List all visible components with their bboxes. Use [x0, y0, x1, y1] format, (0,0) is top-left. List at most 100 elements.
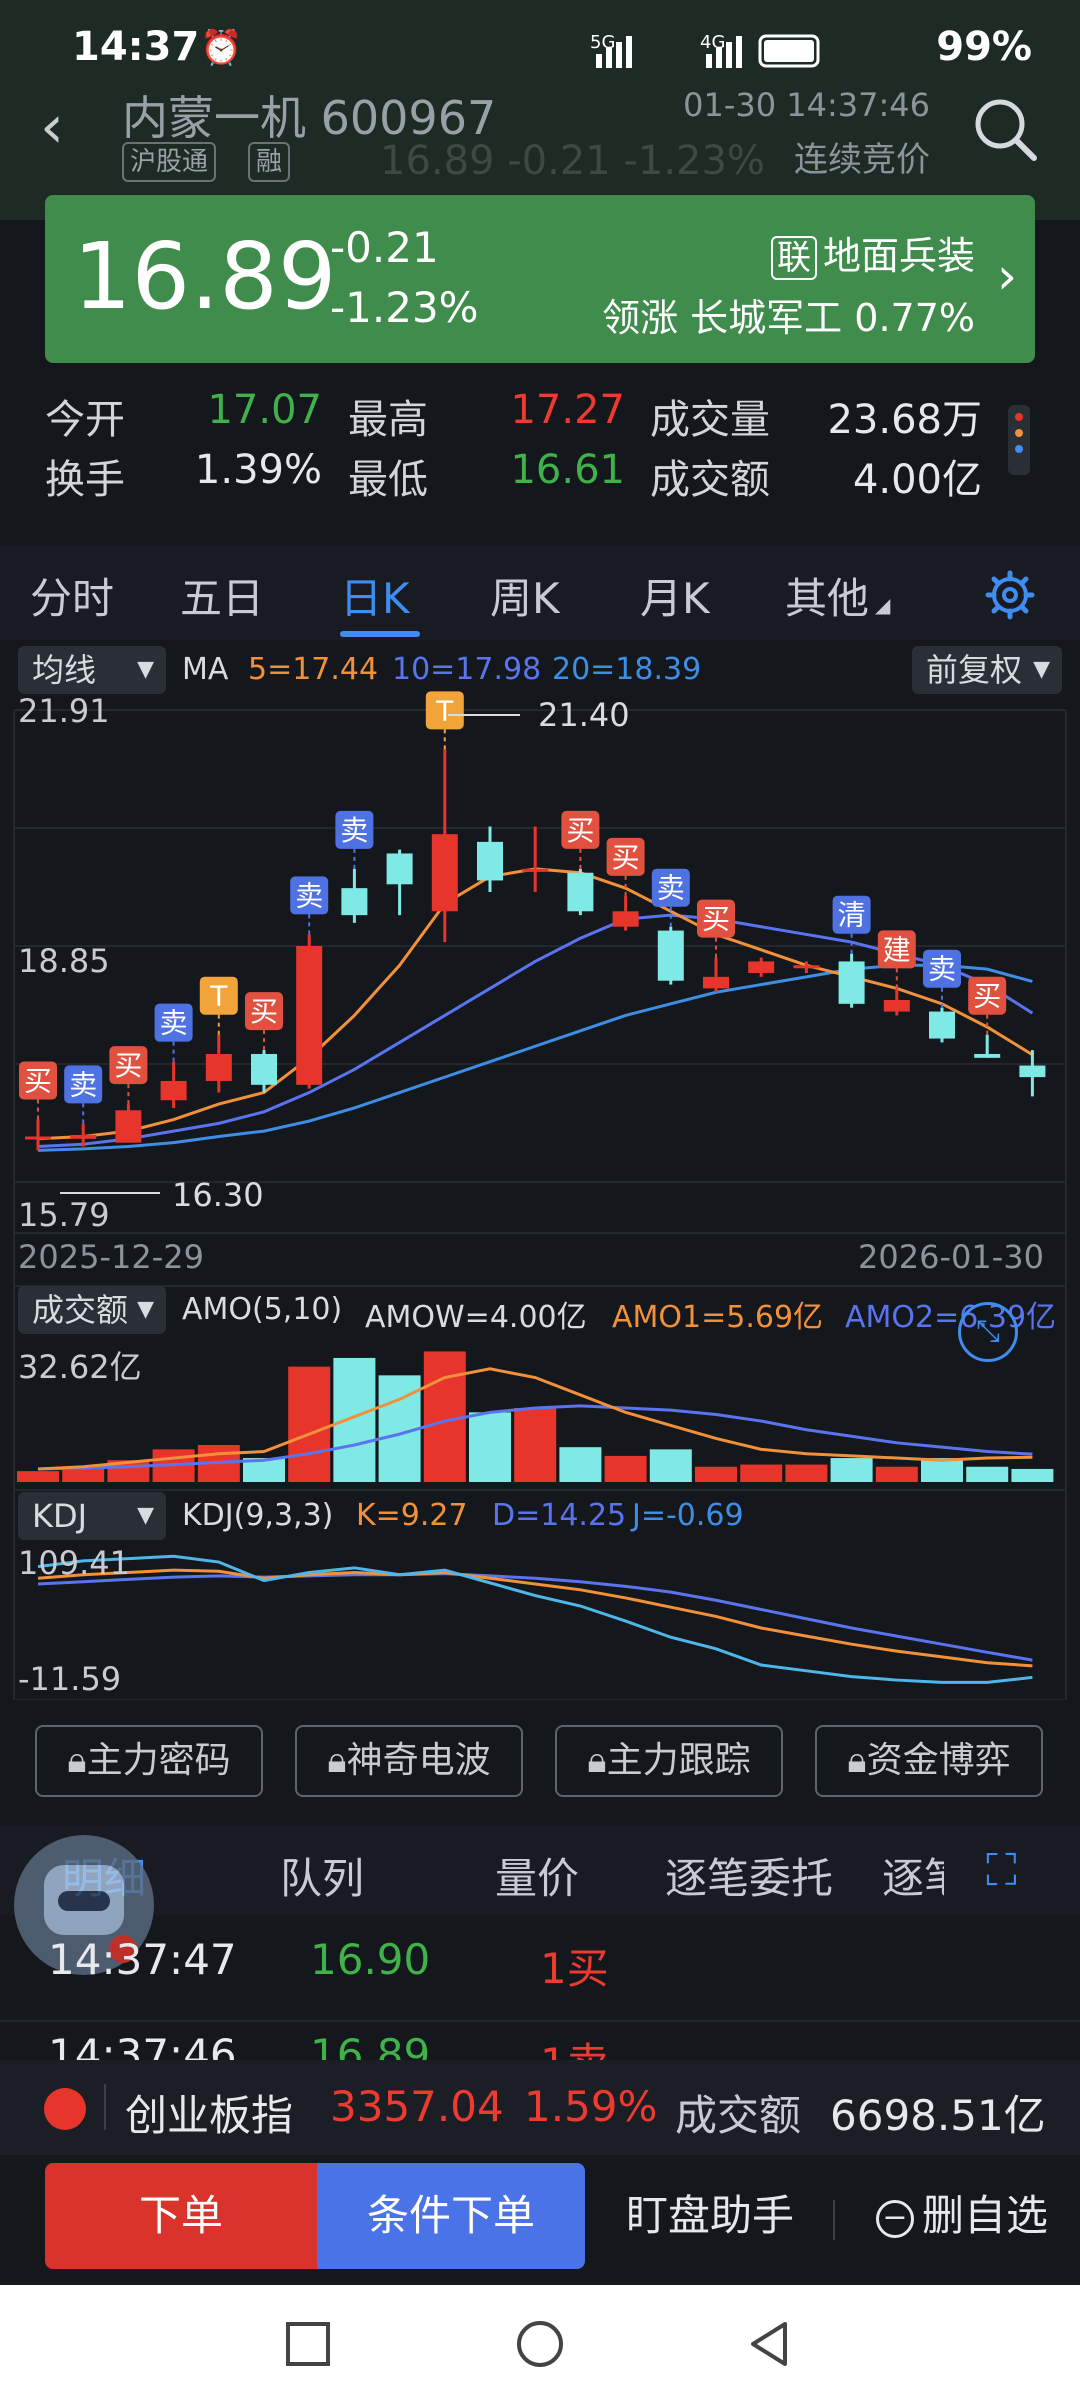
- volume-label: 成交量: [650, 397, 770, 443]
- price-axis-low: 15.79: [18, 1196, 110, 1234]
- candle-body: [386, 853, 413, 885]
- search-icon[interactable]: [970, 94, 1040, 164]
- home-circle-icon[interactable]: [515, 2319, 565, 2369]
- candle-body: [341, 888, 368, 916]
- tab-other[interactable]: 其他: [785, 565, 869, 626]
- settings-gear-icon[interactable]: [985, 570, 1035, 620]
- kdj-title: KDJ(9,3,3): [182, 1498, 334, 1533]
- amount-axis-max: 32.62亿: [18, 1348, 142, 1386]
- date-start: 2025-12-29: [18, 1238, 204, 1276]
- candle-body: [251, 1053, 277, 1085]
- more-dots-icon[interactable]: [1008, 405, 1030, 475]
- tab-order-by-order[interactable]: 逐笔委托: [665, 1845, 833, 1906]
- signal-label: 卖: [928, 953, 956, 986]
- tab-weekly-k[interactable]: 周K: [490, 565, 560, 626]
- feature-magic-wave[interactable]: 🔒︎神奇电波: [295, 1725, 523, 1797]
- index-name: 创业板指: [125, 2091, 294, 2140]
- recents-square-icon[interactable]: [285, 2321, 331, 2367]
- signal-marker: 买: [697, 899, 735, 958]
- tick-volume: 1买: [540, 1944, 609, 1993]
- candle-body: [838, 961, 865, 1004]
- sector-badge: 联: [770, 236, 817, 280]
- feature-main-code[interactable]: 🔒︎主力密码: [35, 1725, 263, 1797]
- action-bar: 下单 条件下单 盯盘助手 − 删自选: [0, 2155, 1080, 2285]
- chevron-right-icon: ›: [997, 247, 1017, 305]
- low-value: 16.61: [510, 447, 625, 493]
- app-root: 14:37 ⏰ 5G 4G 99% ‹ 内蒙一机 600967 沪股通 融 16…: [0, 0, 1080, 2400]
- candle: [703, 957, 729, 993]
- amount-selector[interactable]: 成交额 ▼: [18, 1286, 166, 1334]
- tab-queue[interactable]: 队列: [280, 1845, 364, 1906]
- low-label: 最低: [348, 457, 428, 503]
- remove-favorite-button[interactable]: − 删自选: [862, 2163, 1062, 2269]
- active-tab-indicator: [340, 631, 420, 637]
- tab-volume-price[interactable]: 量价: [495, 1845, 579, 1906]
- tab-tick-by-tick[interactable]: 逐笔: [882, 1845, 944, 1906]
- fullscreen-chart-icon[interactable]: ⤡: [958, 1302, 1018, 1362]
- candle: [296, 934, 323, 1089]
- amount-bar: [875, 1466, 918, 1482]
- candle: [612, 895, 639, 931]
- tab-daily-k[interactable]: 日K: [340, 565, 410, 626]
- kline-chart[interactable]: 均线▼ MA 5=17.44 10=17.98 20=18.39 前复权▼: [0, 640, 1080, 1700]
- candle-body: [25, 1136, 51, 1140]
- candle-body: [612, 911, 639, 927]
- signal-marker: 买: [109, 1046, 148, 1105]
- tab-intraday[interactable]: 分时: [30, 565, 114, 626]
- index-logo-icon: [44, 2088, 86, 2130]
- back-icon[interactable]: ‹: [40, 92, 64, 162]
- place-order-button[interactable]: 下单: [45, 2163, 317, 2269]
- kdj-selector[interactable]: KDJ ▼: [18, 1492, 166, 1540]
- tick-volume: 1卖: [540, 2030, 609, 2060]
- candle: [160, 1061, 187, 1108]
- signal-marker: 买: [968, 976, 1007, 1035]
- tag-hk-connect: 沪股通: [122, 142, 217, 182]
- tag-margin: 融: [248, 142, 291, 182]
- tab-five-day[interactable]: 五日: [180, 565, 264, 626]
- tick-price: 16.90: [310, 1935, 431, 1984]
- amount-bar: [288, 1366, 331, 1482]
- signal-label: 买: [566, 814, 594, 847]
- candle-body: [657, 930, 684, 981]
- index-amount: 6698.51亿: [830, 2091, 1046, 2140]
- price-change: -0.21: [330, 223, 439, 272]
- kdj-selector-label: KDJ: [32, 1497, 88, 1535]
- lead-sector-info: 领涨 长城军工 0.77%: [602, 287, 975, 342]
- feature-main-track[interactable]: 🔒︎主力跟踪: [555, 1725, 783, 1797]
- header-ghost-quote: 16.89 -0.21 -1.23%: [380, 138, 765, 184]
- amount-selector-label: 成交额: [32, 1291, 129, 1329]
- expand-icon[interactable]: ⛶: [986, 1845, 1017, 1896]
- alarm-icon: ⏰: [200, 28, 243, 68]
- amo1-value: AMO1=5.69亿: [612, 1300, 824, 1335]
- turnover-label: 换手: [45, 457, 125, 503]
- watch-assistant-button[interactable]: 盯盘助手: [610, 2163, 810, 2269]
- signal-marker: 卖: [64, 1065, 103, 1124]
- lock-icon: 🔒︎: [847, 1740, 867, 1781]
- candle-body: [115, 1110, 142, 1143]
- signal-marker: T: [425, 691, 464, 750]
- lead-sector: 长城军工: [690, 296, 843, 340]
- sector-info[interactable]: 联地面兵装: [770, 225, 975, 280]
- tick-time: 14:37:47: [48, 1935, 237, 1984]
- amount-bar: [604, 1455, 647, 1482]
- trading-phase: 连续竞价: [794, 140, 930, 180]
- signal-marker: T: [199, 976, 238, 1035]
- index-bar[interactable]: 创业板指 3357.04 1.59% 成交额 6698.51亿: [0, 2060, 1080, 2155]
- amount-bar: [966, 1466, 1009, 1482]
- signal-label: 买: [612, 841, 640, 874]
- kdj-axis-high: 109.41: [18, 1544, 130, 1582]
- price-card[interactable]: 16.89 -0.21 -1.23% 联地面兵装 领涨 长城军工 0.77% ›: [45, 195, 1035, 363]
- feature-fund-game[interactable]: 🔒︎资金博弈: [815, 1725, 1043, 1797]
- high-label: 最高: [348, 397, 428, 443]
- signal-label: 买: [973, 980, 1001, 1013]
- candle-body: [974, 1053, 1001, 1058]
- signal-marker: 卖: [154, 1003, 193, 1062]
- candle: [567, 868, 594, 916]
- conditional-order-button[interactable]: 条件下单: [317, 2163, 585, 2269]
- kdj-lines: [37, 1554, 1033, 1684]
- back-triangle-icon[interactable]: [745, 2319, 795, 2369]
- tab-other-dropdown-icon: ◢: [875, 593, 891, 617]
- signal-label: 买: [702, 903, 730, 936]
- tab-monthly-k[interactable]: 月K: [640, 565, 710, 626]
- candle: [974, 1034, 1001, 1058]
